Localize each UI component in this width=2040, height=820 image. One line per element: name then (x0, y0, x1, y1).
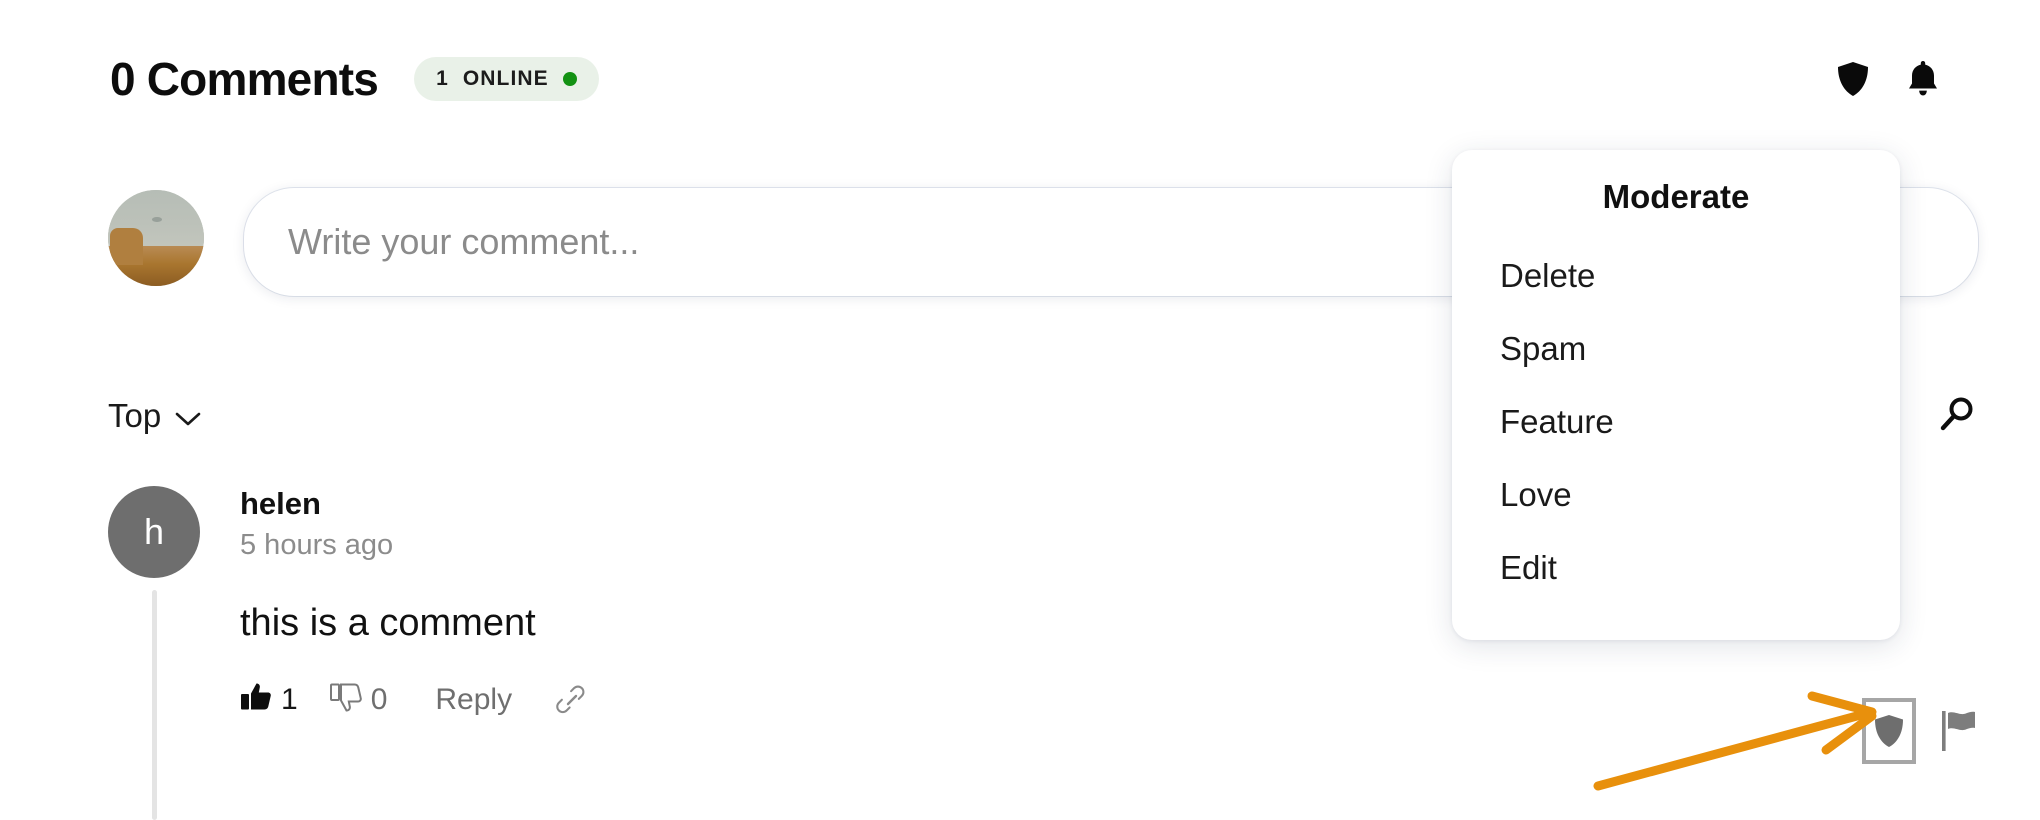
sort-dropdown[interactable]: Top (108, 399, 201, 432)
comment-avatar-column: h (108, 486, 200, 578)
page-title: 0 Comments (110, 53, 379, 105)
sort-dropdown-label: Top (108, 396, 162, 434)
moderate-dropdown-menu: Moderate Delete Spam Feature Love Edit (1452, 150, 1900, 640)
comment-actions: 1 0 Reply (240, 682, 1980, 718)
thread-line (152, 590, 157, 820)
dislike-count: 0 (370, 682, 388, 716)
moderate-menu-title: Moderate (1602, 178, 1750, 215)
dislike-button[interactable]: 0 (329, 682, 388, 717)
bell-icon[interactable] (1906, 60, 1940, 98)
moderate-menu-item-delete[interactable]: Delete (1452, 239, 1900, 312)
avatar: h (108, 486, 200, 578)
moderate-menu-item-love[interactable]: Love (1452, 458, 1900, 531)
thumbs-up-icon (240, 682, 272, 717)
thumbs-down-icon (329, 682, 362, 717)
online-badge-label: ONLINE (462, 67, 549, 90)
search-icon[interactable] (1934, 392, 1980, 438)
moderate-menu-item-spam[interactable]: Spam (1452, 312, 1900, 385)
avatar (108, 190, 204, 286)
moderate-menu-item-edit[interactable]: Edit (1452, 531, 1900, 604)
link-icon[interactable] (554, 682, 590, 718)
reply-button[interactable]: Reply (435, 684, 512, 715)
header-actions (1836, 60, 1940, 98)
comment-input-placeholder: Write your comment... (288, 221, 640, 262)
comment-moderation-controls (1862, 698, 1980, 764)
avatar-photo-rock (109, 228, 143, 265)
online-status-dot (562, 72, 577, 86)
moderate-menu-item-feature[interactable]: Feature (1452, 385, 1900, 458)
like-count: 1 (281, 682, 298, 716)
flag-icon[interactable] (1938, 708, 1980, 754)
comments-widget: 0 Comments 1 ONLINE Write your comment..… (0, 0, 2040, 820)
shield-icon[interactable] (1836, 60, 1870, 98)
avatar-photo-speck (152, 216, 162, 222)
comment-moderate-shield-button[interactable] (1862, 698, 1916, 764)
like-button[interactable]: 1 (240, 682, 298, 717)
online-status-badge: 1 ONLINE (414, 57, 599, 101)
online-badge-count: 1 (436, 67, 449, 90)
comments-header: 0 Comments 1 ONLINE (110, 48, 1940, 110)
chevron-down-icon (175, 399, 201, 432)
